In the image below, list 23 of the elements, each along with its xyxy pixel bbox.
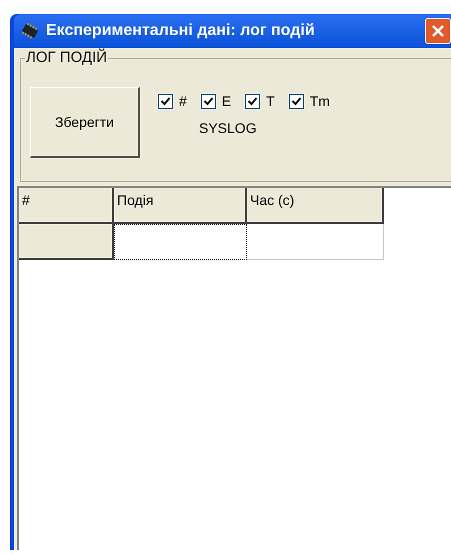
checkmark-icon	[160, 96, 171, 107]
syslog-label: SYSLOG	[199, 119, 258, 138]
column-header[interactable]: Подія	[114, 188, 247, 224]
checkbox-label: T	[266, 92, 275, 111]
column-header[interactable]: Час (с)	[247, 188, 384, 224]
checkbox[interactable]	[245, 94, 260, 109]
table-cell[interactable]	[114, 224, 247, 260]
column-header[interactable]: #	[19, 188, 114, 224]
checkbox[interactable]	[158, 94, 173, 109]
close-icon	[431, 24, 445, 38]
checkbox[interactable]	[288, 94, 304, 109]
close-button[interactable]	[425, 18, 451, 44]
checkmark-icon	[202, 96, 214, 107]
checkbox-label: #	[179, 92, 187, 111]
checkmark-icon	[247, 96, 258, 107]
checkbox-label: E	[222, 92, 232, 111]
checkbox[interactable]	[200, 94, 216, 109]
checkbox-label: Tm	[310, 92, 330, 111]
row-header[interactable]	[19, 224, 114, 260]
checkmark-icon	[290, 96, 302, 107]
save-button[interactable]: Зберегти	[30, 87, 140, 158]
window-title: Експериментальні дані: лог подій	[46, 21, 315, 41]
group-title: ЛОГ ПОДІЙ	[25, 48, 108, 68]
